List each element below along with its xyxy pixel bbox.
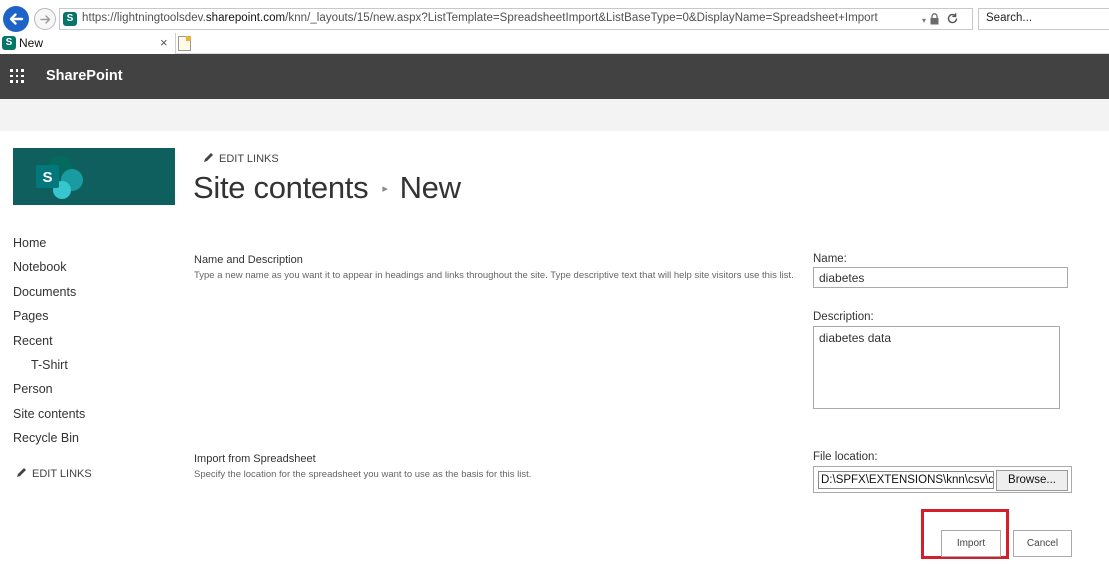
nav-item-person[interactable]: Person (13, 379, 173, 403)
breadcrumb-separator-icon: ▸ (382, 183, 388, 195)
nav-item-recent[interactable]: Recent (13, 331, 173, 355)
edit-links-nav[interactable]: EDIT LINKS (16, 467, 92, 480)
file-location-control: D:\SPFX\EXTENSIONS\knn\csv\diabetes.csv … (813, 466, 1072, 493)
browser-tab[interactable]: S New × (0, 33, 176, 54)
import-section-title: Import from Spreadsheet (194, 453, 316, 465)
nav-item-notebook[interactable]: Notebook (13, 257, 173, 281)
sharepoint-logo-icon: S (36, 156, 83, 199)
file-location-label: File location: (813, 451, 878, 463)
sharepoint-favicon-icon: S (63, 12, 77, 26)
breadcrumb-current: New (399, 170, 461, 205)
forward-arrow-icon (40, 15, 51, 24)
page-title: Site contents ▸ New (193, 170, 461, 206)
browser-tab-row: S New × (0, 33, 1109, 54)
pencil-icon (204, 153, 213, 162)
back-button[interactable] (3, 6, 29, 32)
nav-item-pages[interactable]: Pages (13, 306, 173, 330)
name-section-description: Type a new name as you want it to appear… (194, 270, 794, 281)
name-label: Name: (813, 253, 847, 265)
suite-brand[interactable]: SharePoint (46, 68, 123, 84)
lock-icon (930, 13, 939, 25)
edit-links-label: EDIT LINKS (219, 153, 279, 165)
tab-title: New (19, 36, 44, 50)
back-arrow-icon (9, 13, 24, 25)
forward-button[interactable] (34, 8, 56, 30)
pencil-icon (17, 468, 26, 477)
import-section-description: Specify the location for the spreadsheet… (194, 469, 532, 480)
svg-text:S: S (42, 169, 52, 186)
file-location-input[interactable]: D:\SPFX\EXTENSIONS\knn\csv\diabetes.csv (818, 471, 994, 489)
close-tab-icon[interactable]: × (160, 35, 168, 50)
nav-item-documents[interactable]: Documents (13, 282, 173, 306)
new-tab-icon[interactable] (178, 36, 191, 51)
suite-bar: SharePoint (0, 54, 1109, 99)
description-field[interactable]: diabetes data (813, 326, 1060, 409)
url-text: https://lightningtoolsdev.sharepoint.com… (82, 12, 878, 24)
nav-item-home[interactable]: Home (13, 233, 173, 257)
nav-item-t-shirt[interactable]: T-Shirt (13, 355, 173, 379)
browser-address-row: S https://lightningtoolsdev.sharepoint.c… (0, 0, 1109, 36)
reload-icon[interactable] (946, 12, 959, 25)
sharepoint-favicon-icon: S (2, 36, 16, 50)
address-bar[interactable]: S https://lightningtoolsdev.sharepoint.c… (59, 8, 973, 30)
description-label: Description: (813, 311, 874, 323)
site-logo[interactable]: S (13, 148, 175, 205)
breadcrumb-site-contents[interactable]: Site contents (193, 170, 369, 205)
waffle-icon[interactable] (10, 69, 24, 83)
nav-item-site-contents[interactable]: Site contents (13, 404, 173, 428)
cancel-button[interactable]: Cancel (1013, 530, 1072, 557)
edit-links-label: EDIT LINKS (32, 468, 92, 480)
name-field[interactable] (813, 267, 1068, 288)
browse-button[interactable]: Browse... (996, 470, 1068, 491)
browser-search-input[interactable]: Search... (978, 8, 1109, 30)
name-section-title: Name and Description (194, 254, 303, 266)
import-button[interactable]: Import (941, 530, 1001, 557)
nav-item-recycle-bin[interactable]: Recycle Bin (13, 428, 173, 452)
address-dropdown-icon[interactable]: ▾ (922, 16, 926, 25)
ribbon-bar (0, 99, 1109, 131)
quick-launch-nav: Home Notebook Documents Pages Recent T-Shirt P… (13, 233, 173, 453)
edit-links-header[interactable]: EDIT LINKS (203, 152, 279, 165)
